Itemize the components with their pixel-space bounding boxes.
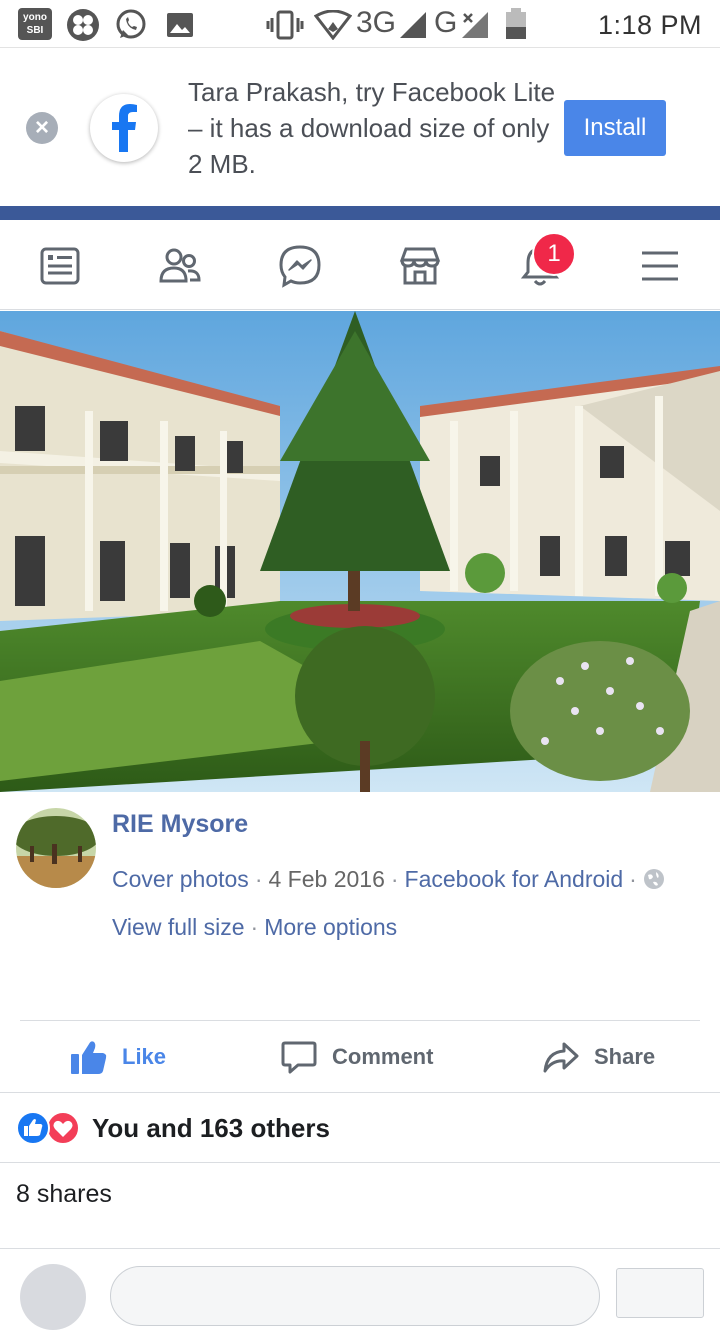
status-bar: yono SBI 3G G 1:18 PM (0, 0, 720, 48)
thumbs-up-icon (71, 1041, 107, 1074)
battery-icon (506, 8, 526, 39)
cover-photo[interactable] (0, 311, 720, 792)
menu-hamburger-icon[interactable] (638, 244, 682, 288)
comment-bubble-icon (281, 1041, 317, 1074)
post-options: View full size · More options (112, 914, 397, 941)
pinwheel-app-icon (67, 9, 99, 41)
divider (0, 1248, 720, 1249)
reactions-summary[interactable]: You and 163 others (16, 1108, 330, 1148)
clock: 1:18 PM (597, 10, 702, 40)
whatsapp-icon (116, 9, 146, 39)
comment-input[interactable] (110, 1266, 600, 1326)
post-meta: Cover photos · 4 Feb 2016 · Facebook for And… (112, 866, 665, 893)
main-nav (0, 220, 720, 310)
separator-dot: · (390, 866, 399, 892)
separator-dot: · (254, 866, 263, 892)
user-avatar (20, 1264, 86, 1330)
marketplace-icon[interactable] (398, 244, 442, 288)
shares-count[interactable]: 8 shares (16, 1180, 112, 1209)
page-name-link[interactable]: RIE Mysore (112, 810, 248, 839)
album-link[interactable]: Cover photos (112, 866, 249, 892)
close-icon[interactable]: × (26, 112, 58, 144)
separator-dot: · (250, 914, 259, 940)
post-date: 4 Feb 2016 (268, 866, 385, 892)
gallery-icon (167, 13, 193, 37)
facebook-logo-icon (90, 94, 158, 162)
divider (20, 1020, 700, 1021)
like-reaction-icon (16, 1111, 50, 1145)
network-type-3g: 3G (356, 6, 397, 39)
notification-badge: 1 (532, 232, 576, 276)
share-arrow-icon (543, 1042, 579, 1073)
divider (0, 1092, 720, 1093)
install-banner: × Tara Prakash, try Facebook Lite – it h… (0, 48, 720, 206)
share-label: Share (594, 1044, 656, 1069)
messenger-icon[interactable] (278, 244, 322, 288)
post-comment-button[interactable] (616, 1268, 704, 1318)
install-button[interactable]: Install (564, 100, 666, 156)
source-link[interactable]: Facebook for Android (405, 866, 624, 892)
globe-icon (643, 869, 664, 889)
campus-courtyard-image (0, 311, 720, 792)
banner-message: Tara Prakash, try Facebook Lite – it has… (188, 77, 556, 179)
share-button[interactable]: Share (542, 1030, 655, 1084)
yono-sbi-app-icon: yono SBI (18, 8, 52, 40)
reactions-text: You and 163 others (92, 1112, 330, 1143)
comment-label: Comment (332, 1044, 434, 1069)
wifi-icon (314, 10, 352, 40)
app-badge-text: yono SBI (23, 12, 47, 36)
signal-icon-2 (462, 12, 488, 38)
news-feed-icon[interactable] (38, 244, 82, 288)
divider (0, 1162, 720, 1163)
more-options-link[interactable]: More options (264, 914, 397, 940)
like-label: Like (122, 1044, 167, 1069)
love-reaction-icon (46, 1111, 80, 1145)
network-type-g: G (434, 6, 458, 39)
like-button[interactable]: Like (70, 1030, 166, 1084)
comment-button[interactable]: Comment (280, 1030, 433, 1084)
page-avatar[interactable] (16, 808, 96, 888)
signal-icon-1 (400, 12, 426, 38)
facebook-header-bar (0, 206, 720, 220)
view-full-size-link[interactable]: View full size (112, 914, 245, 940)
separator-dot: · (629, 866, 637, 892)
vibrate-icon (266, 10, 304, 40)
friends-icon[interactable] (158, 244, 202, 288)
